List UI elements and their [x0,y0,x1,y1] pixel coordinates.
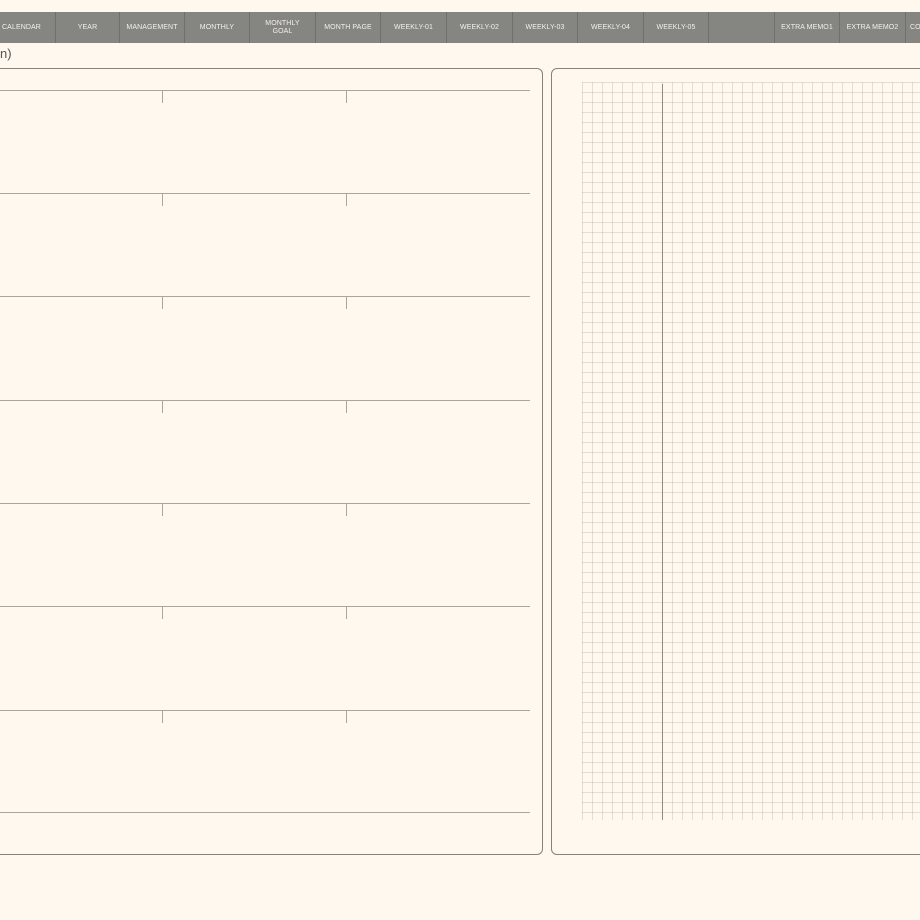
column-tick [162,400,163,413]
tab-weekly-01[interactable]: WEEKLY-01 [381,12,447,43]
section-rule [0,193,530,194]
column-tick [346,296,347,309]
tab-extra-memo1[interactable]: EXTRA MEMO1 [775,12,840,43]
top-margin [0,0,920,12]
tab-management[interactable]: MANAGEMENT [120,12,185,43]
column-tick [346,503,347,516]
tab-weekly-02[interactable]: WEEKLY-02 [447,12,513,43]
column-tick [162,193,163,206]
planner-page: CALENDAR YEAR MANAGEMENT MONTHLY MONTHLY… [0,0,920,920]
column-tick [162,606,163,619]
section-rule [0,400,530,401]
section-rule [0,606,530,607]
section-rule [0,503,530,504]
column-tick [162,503,163,516]
section-rule [0,710,530,711]
tab-blank[interactable] [709,12,775,43]
tab-weekly-05[interactable]: WEEKLY-05 [644,12,709,43]
column-tick [162,296,163,309]
column-tick [346,400,347,413]
grid-margin-line [662,84,663,820]
page-title: n) [0,46,12,61]
tab-weekly-04[interactable]: WEEKLY-04 [578,12,644,43]
tab-weekly-03[interactable]: WEEKLY-03 [513,12,578,43]
section-tab-bar: CALENDAR YEAR MANAGEMENT MONTHLY MONTHLY… [0,12,920,43]
tab-monthly[interactable]: MONTHLY [185,12,250,43]
section-rule [0,90,530,91]
tab-monthly-goal[interactable]: MONTHLY GOAL [250,12,316,43]
column-tick [346,710,347,723]
tab-month-page[interactable]: MONTH PAGE [316,12,381,43]
tab-extra-memo2[interactable]: EXTRA MEMO2 [840,12,906,43]
column-tick [346,90,347,103]
tab-year[interactable]: YEAR [56,12,120,43]
section-rule [0,296,530,297]
schedule-panel [0,68,543,855]
grid-paper[interactable] [582,82,920,820]
column-tick [346,193,347,206]
tab-co[interactable]: CO [906,12,920,43]
column-tick [346,606,347,619]
section-rule [0,812,530,813]
column-tick [162,710,163,723]
column-tick [162,90,163,103]
tab-calendar[interactable]: CALENDAR [0,12,56,43]
